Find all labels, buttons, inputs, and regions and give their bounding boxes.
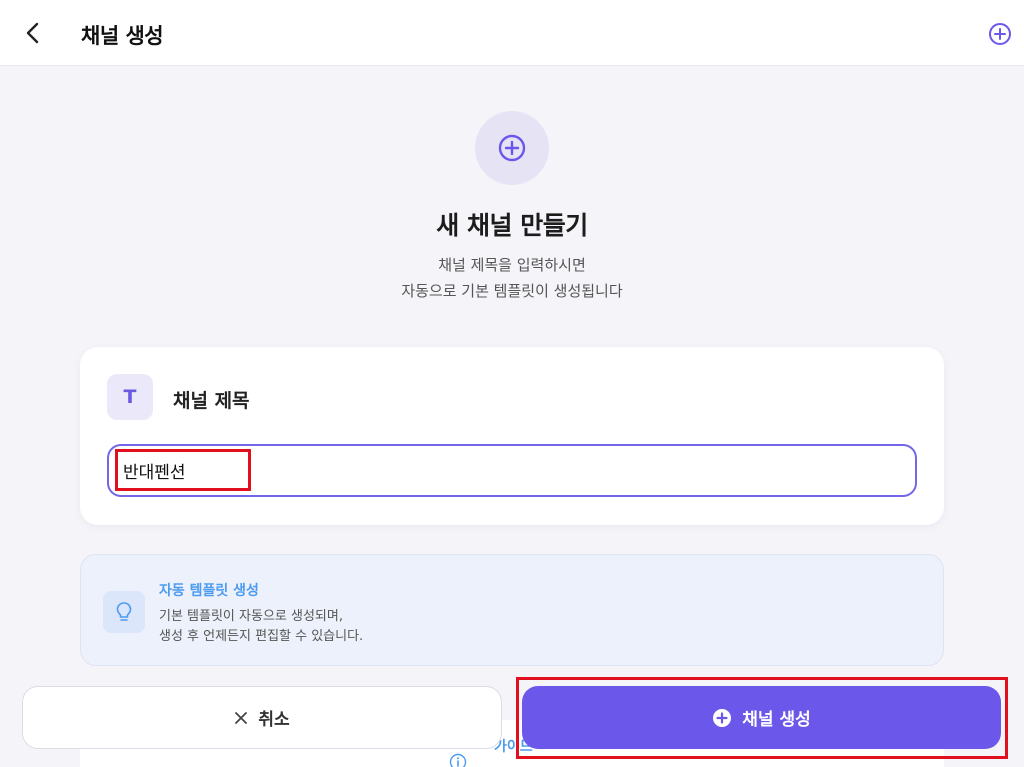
hero-title: 새 채널 만들기 [436, 211, 588, 240]
header-add-button[interactable] [987, 21, 1013, 47]
info-title: 자동 템플릿 생성 [159, 583, 259, 599]
info-text-line2: 생성 후 언제든지 편집할 수 있습니다. [159, 629, 364, 644]
info-icon [449, 753, 467, 767]
create-channel-button[interactable]: 채널 생성 [522, 686, 1001, 749]
plus-circle-icon [498, 134, 526, 162]
cancel-button[interactable]: 취소 [22, 686, 502, 749]
info-text-line1: 기본 템플릿이 자동으로 생성되며, [159, 609, 343, 624]
hero-description-line2: 자동으로 기본 템플릿이 생성됩니다 [401, 282, 623, 300]
hero-description: 채널 제목을 입력하시면 자동으로 기본 템플릿이 생성됩니다 [0, 252, 1024, 304]
cancel-label: 취소 [258, 710, 290, 730]
auto-template-info: 자동 템플릿 생성 기본 템플릿이 자동으로 생성되며, 생성 후 언제든지 편… [80, 554, 944, 666]
back-button[interactable] [18, 17, 48, 49]
create-channel-label: 채널 생성 [742, 710, 811, 730]
channel-title-label: 채널 제목 [173, 390, 250, 412]
hero-icon-circle [475, 111, 549, 185]
channel-title-input[interactable] [107, 444, 917, 497]
chevron-left-icon [26, 22, 39, 44]
lightbulb-icon [103, 591, 145, 633]
page-title: 채널 생성 [81, 24, 164, 48]
hero-description-line1: 채널 제목을 입력하시면 [438, 256, 586, 274]
app-header: 채널 생성 [0, 0, 1024, 66]
close-icon [235, 711, 248, 724]
plus-circle-icon [713, 708, 732, 727]
plus-circle-icon [989, 23, 1011, 45]
channel-title-card: T 채널 제목 [80, 347, 944, 525]
info-text: 기본 템플릿이 자동으로 생성되며, 생성 후 언제든지 편집할 수 있습니다. [159, 607, 363, 647]
text-type-icon: T [107, 374, 153, 420]
